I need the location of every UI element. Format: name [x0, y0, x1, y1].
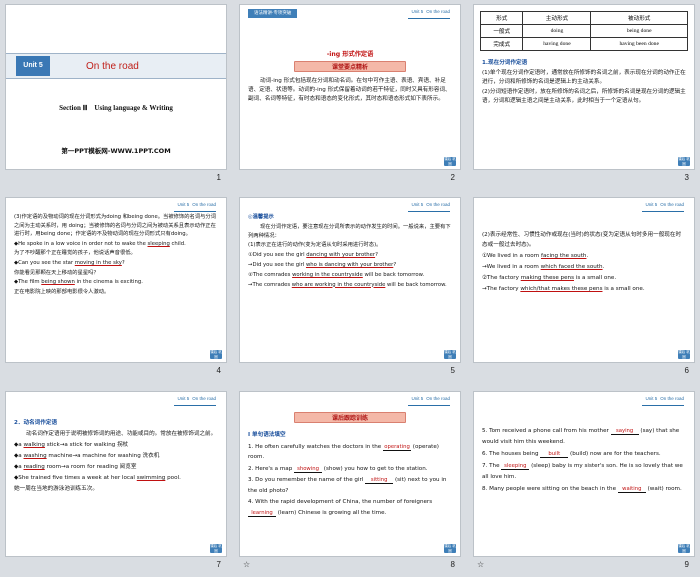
slide-title: On the road — [86, 61, 139, 72]
answer-blank[interactable]: built — [540, 451, 569, 458]
slide-number: 1 — [216, 173, 221, 182]
slide-2[interactable]: 语法精讲·专项突破 Unit 5 On the road -ing 形式作定语 课… — [239, 4, 461, 182]
return-button[interactable]: 课后 巩固 — [210, 350, 222, 359]
slide-1-canvas: Unit 5 On the road Section Ⅲ Using langu… — [5, 4, 227, 170]
table-cell: 完成式 — [479, 37, 524, 51]
answer-blank[interactable]: showing — [294, 466, 323, 473]
slide-header: Unit 5 On the road — [174, 202, 216, 212]
slide-text: 5. Tom received a phone call from his mo… — [482, 428, 683, 493]
answer-blank[interactable]: sleeping — [501, 463, 530, 470]
slide-text: 动词-ing 形式包括现在分词和动名词。在句中可作主语、表语、宾语、补足语、定语… — [248, 78, 451, 102]
slide-6-canvas: Unit 5 On the road (2)表示经常性、习惯性动作或现在(当时)的… — [473, 197, 695, 363]
answer-blank[interactable]: operating — [383, 444, 412, 451]
slide-header: Unit 5 On the road — [642, 396, 684, 406]
topic-title: -ing 形式作定语 — [326, 51, 374, 58]
answer-blank[interactable]: saying — [610, 428, 639, 435]
slide-7[interactable]: Unit 5 On the road 2．动名词作定语 动名词作定语用于说明被修饰… — [5, 391, 227, 569]
slide-header: Unit 5 On the road — [642, 202, 684, 212]
slide-text: (2)表示经常性、习惯性动作或现在(当时)的状态(变为定语从句时多用一般现在时态… — [482, 232, 682, 292]
banner: 课后跟踪训练 — [294, 412, 406, 423]
table-header: 主动形式 — [522, 11, 592, 25]
slide-4-canvas: Unit 5 On the road (3)作定语的及物动词的现在分词形式为doi… — [5, 197, 227, 363]
table-cell: being done — [590, 24, 688, 38]
slide-header: Unit 5 On the road — [408, 202, 450, 212]
return-button[interactable]: 课后 巩固 — [678, 157, 690, 166]
star-icon: ☆ — [477, 560, 485, 569]
slide-9[interactable]: Unit 5 On the road 5. Tom received a phon… — [473, 391, 695, 569]
table-header: 形式 — [479, 11, 524, 25]
answer-blank[interactable]: waiting — [617, 486, 646, 493]
table-cell: having done — [522, 37, 592, 51]
banner: 课堂要点精析 — [294, 61, 406, 72]
slide-number: 2 — [450, 173, 455, 182]
table-header: 被动形式 — [590, 11, 688, 25]
unit-badge: Unit 5 — [16, 56, 50, 76]
return-button[interactable]: 课后 巩固 — [444, 544, 456, 553]
return-button[interactable]: 课后 巩固 — [210, 544, 222, 553]
slide-number: 6 — [684, 366, 689, 375]
return-button[interactable]: 课后 巩固 — [678, 350, 690, 359]
table-cell: 一般式 — [479, 24, 524, 38]
return-button[interactable]: 课后 巩固 — [678, 544, 690, 553]
slide-9-canvas: Unit 5 On the road 5. Tom received a phon… — [473, 391, 695, 557]
slide-number: 3 — [684, 173, 689, 182]
section-title: Section Ⅲ Using language & Writing — [59, 104, 173, 112]
slide-number: 8 — [450, 560, 455, 569]
slide-text: Ⅰ 单句语法填空 1. He often carefully watches t… — [248, 432, 447, 517]
slide-2-canvas: 语法精讲·专项突破 Unit 5 On the road -ing 形式作定语 课… — [239, 4, 461, 170]
slide-number: 9 — [684, 560, 689, 569]
slide-3[interactable]: 形式 主动形式 被动形式 一般式 doing being done 完成式 having … — [473, 4, 695, 182]
ppt-credit: 第一PPT模板网-WWW.1PPT.COM — [61, 147, 171, 155]
form-table: 形式 主动形式 被动形式 一般式 doing being done 完成式 having … — [479, 11, 688, 51]
slide-6[interactable]: Unit 5 On the road (2)表示经常性、习惯性动作或现在(当时)的… — [473, 197, 695, 375]
answer-blank[interactable]: sitting — [365, 477, 394, 484]
slide-1[interactable]: Unit 5 On the road Section Ⅲ Using langu… — [5, 4, 227, 182]
slide-number: 4 — [216, 366, 221, 375]
slide-text: 2．动名词作定语 动名词作定语用于说明被修饰词的用途、功能或目的。常放在被修饰词… — [14, 420, 217, 492]
slide-text: (3)作定语的及物动词的现在分词形式为doing 和being done。当被修… — [14, 214, 217, 295]
slide-5[interactable]: Unit 5 On the road ◎温馨提示 现在分词作定语，要注意现在分词所… — [239, 197, 461, 375]
slide-4[interactable]: Unit 5 On the road (3)作定语的及物动词的现在分词形式为doi… — [5, 197, 227, 375]
slide-header: Unit 5 On the road — [408, 9, 450, 19]
slide-5-canvas: Unit 5 On the road ◎温馨提示 现在分词作定语，要注意现在分词所… — [239, 197, 461, 363]
answer-blank[interactable]: learning — [248, 510, 276, 517]
table-cell: doing — [522, 24, 592, 38]
slide-8[interactable]: Unit 5 On the road 课后跟踪训练 Ⅰ 单句语法填空 1. He … — [239, 391, 461, 569]
slide-text: 1.现在分词作定语 (1)单个现在分词作定语时，通常放在所修饰的名词之前，表示现… — [482, 60, 686, 104]
return-button[interactable]: 课后 巩固 — [444, 350, 456, 359]
return-button[interactable]: 课后 巩固 — [444, 157, 456, 166]
section-tag: 语法精讲·专项突破 — [248, 9, 298, 18]
slide-header: Unit 5 On the road — [174, 396, 216, 406]
slide-7-canvas: Unit 5 On the road 2．动名词作定语 动名词作定语用于说明被修饰… — [5, 391, 227, 557]
table-cell: having been done — [590, 37, 688, 51]
slide-text: ◎温馨提示 现在分词作定语，要注意现在分词所表示的动作发生的时间。一般说来，主要… — [248, 214, 451, 288]
slide-number: 7 — [216, 560, 221, 569]
star-icon: ☆ — [243, 560, 251, 569]
slide-header: Unit 5 On the road — [408, 396, 450, 406]
slide-8-canvas: Unit 5 On the road 课后跟踪训练 Ⅰ 单句语法填空 1. He … — [239, 391, 461, 557]
slide-3-canvas: 形式 主动形式 被动形式 一般式 doing being done 完成式 having … — [473, 4, 695, 170]
slide-number: 5 — [450, 366, 455, 375]
